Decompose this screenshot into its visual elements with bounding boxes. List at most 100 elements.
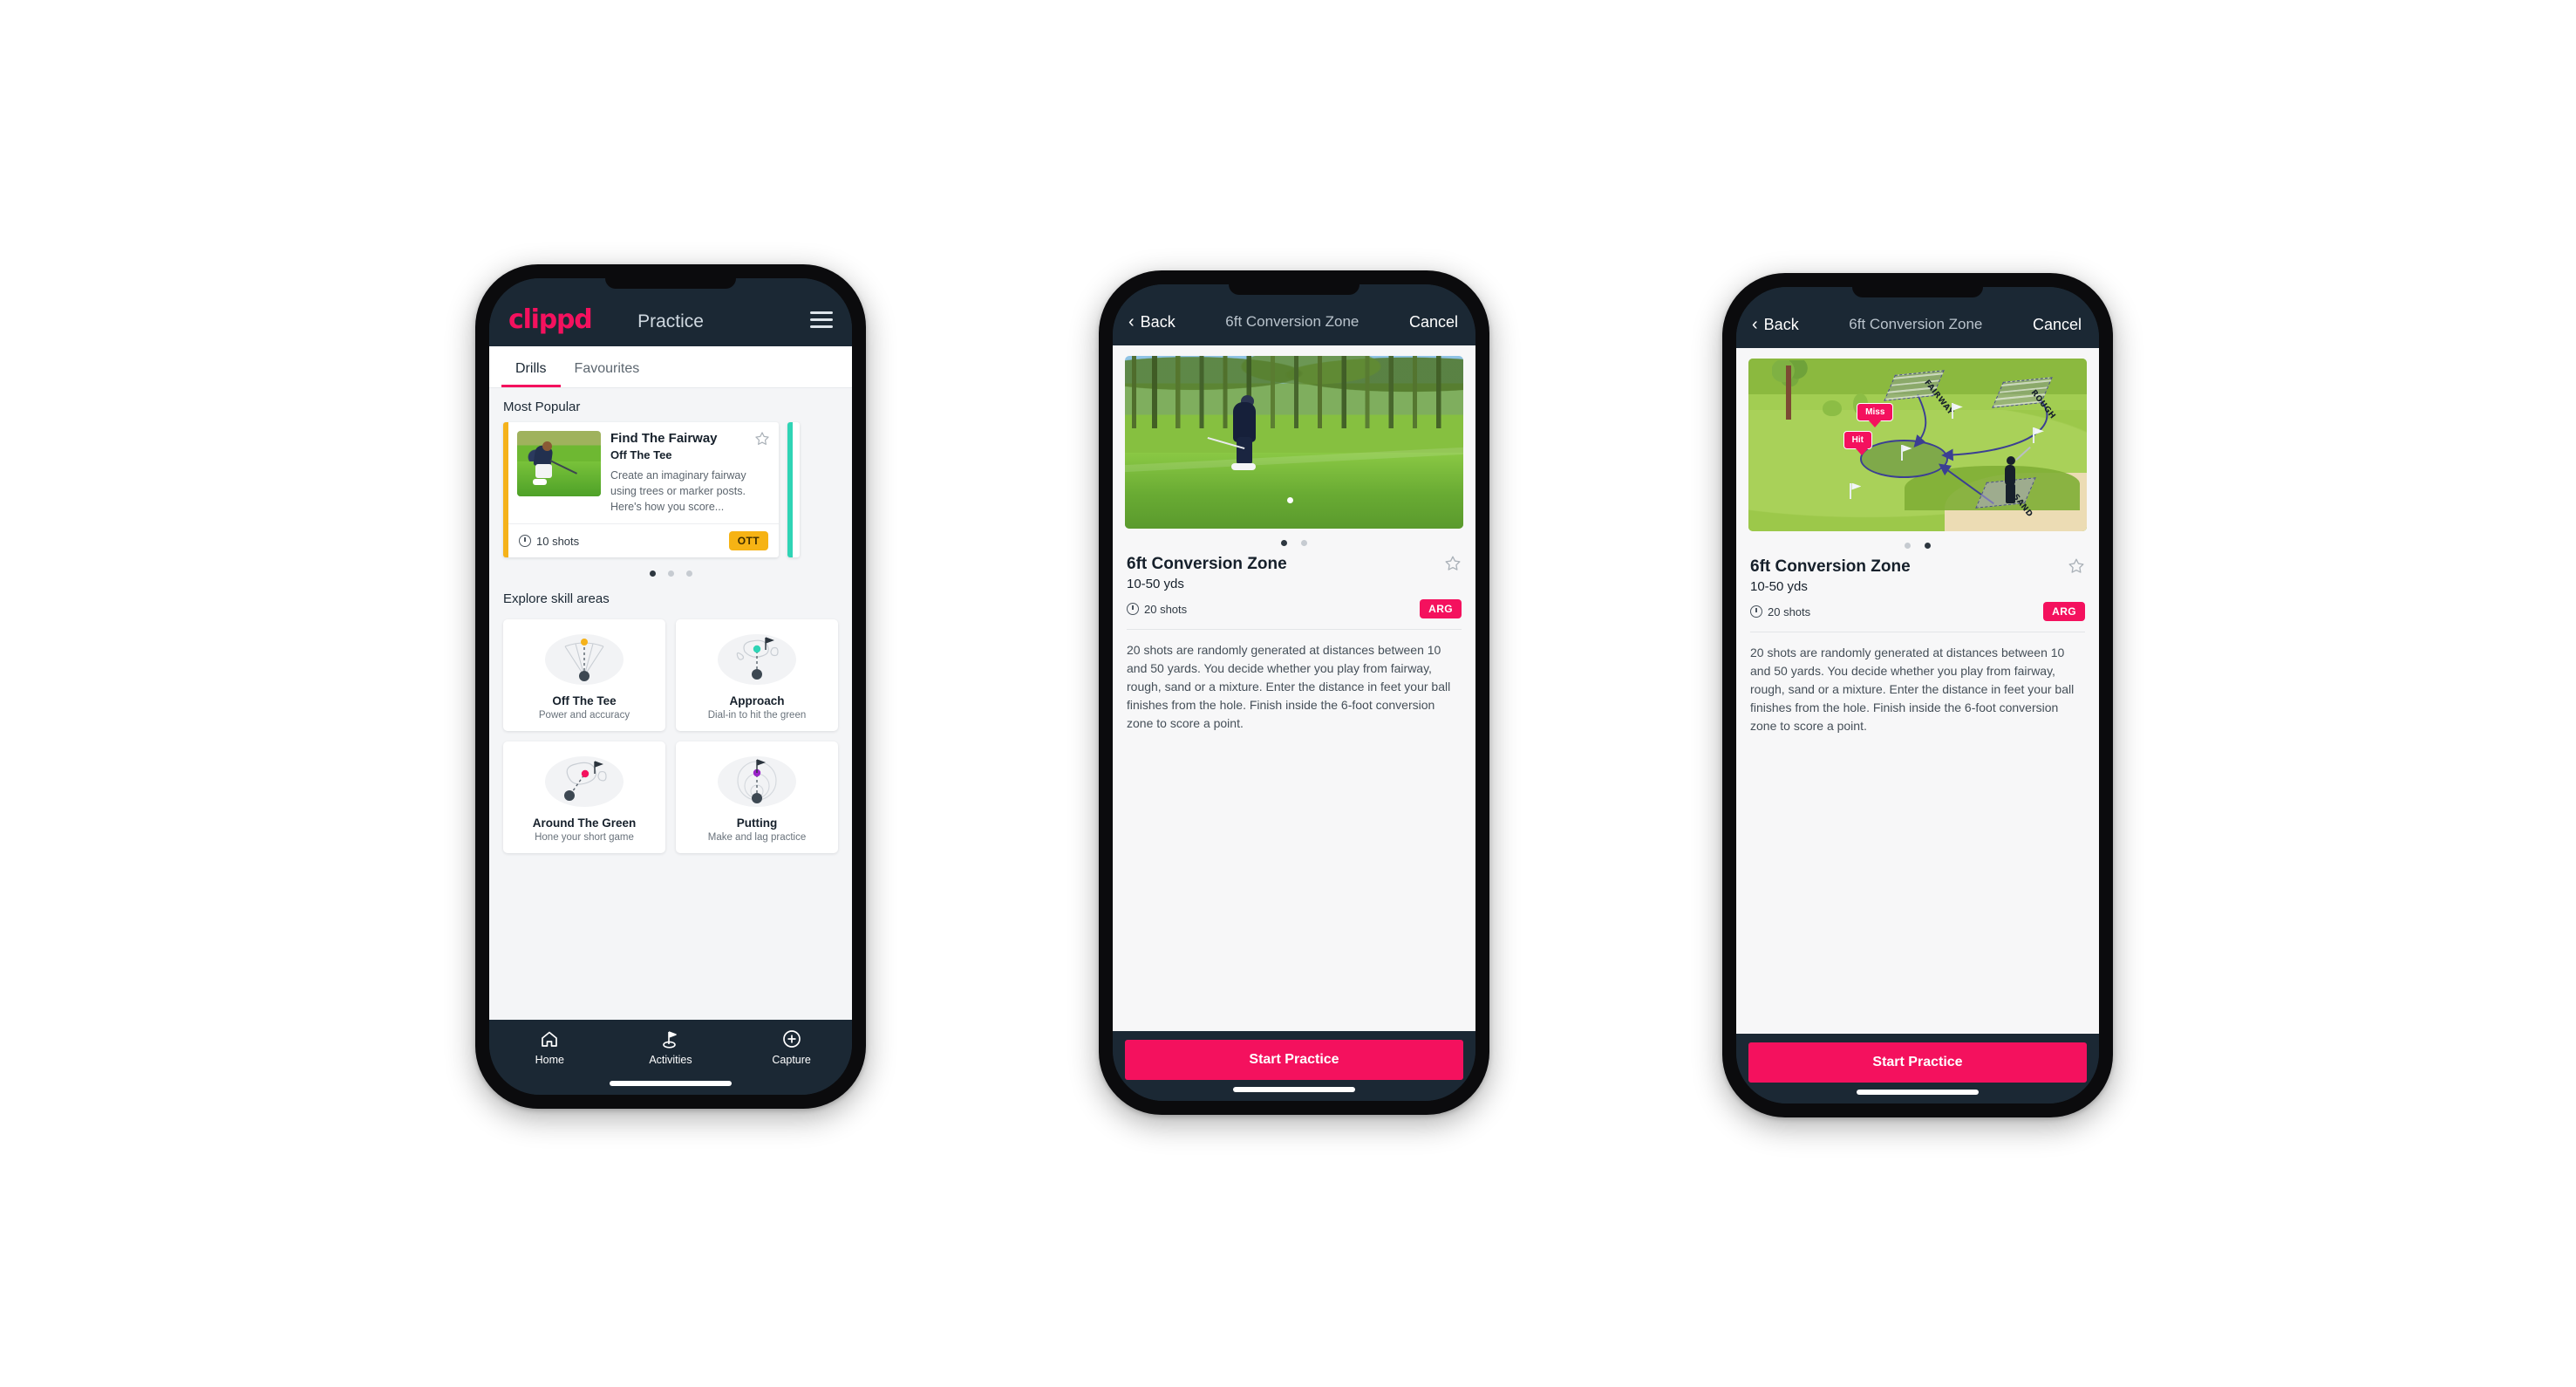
detail-content: FAIRWAY ROUGH SAND Miss Hit 6ft Conversi… [1736,348,2099,1034]
star-outline-icon[interactable] [2068,557,2085,575]
chevron-left-icon: ‹ [1128,312,1135,331]
media-dot-2[interactable] [1925,543,1931,549]
skill-areas-grid: Off The Tee Power and accuracy Approach … [489,614,852,865]
carousel-dot-2[interactable] [667,571,674,577]
drill-card-footer: 10 shots OTT [508,523,779,557]
drill-title: Find The Fairway [610,431,718,446]
golf-flag-icon [663,1031,677,1049]
clippd-logo: clippd [508,304,593,335]
back-button[interactable]: ‹ Back [1128,313,1176,331]
drill-shots-label: 20 shots [1144,602,1188,616]
page-title: Practice [637,311,704,331]
nav-item-capture[interactable]: Capture [732,1028,851,1066]
drill-meta-row: 20 shots ARG [1748,602,2087,621]
hamburger-icon[interactable] [810,311,833,328]
drill-card-next-peek[interactable] [787,422,800,558]
carousel-dot-1[interactable] [649,571,656,577]
detail-title: 6ft Conversion Zone [1849,316,1983,332]
cancel-button[interactable]: Cancel [2033,316,2082,334]
drill-shots: 20 shots [1750,605,1810,618]
plus-circle-icon [782,1030,801,1048]
skill-desc: Make and lag practice [707,832,807,844]
tab-bar: Drills Favourites [489,346,852,388]
clock-icon [1750,605,1762,618]
back-button[interactable]: ‹ Back [1752,316,1799,334]
phone-2-drill-detail-photo: ‹ Back 6ft Conversion Zone Cancel 6ft Co… [1099,270,1489,1115]
approach-green-icon [681,631,833,688]
media-dot-2[interactable] [1301,540,1307,546]
detail-title: 6ft Conversion Zone [1225,313,1360,330]
nav-label-home: Home [535,1054,564,1066]
clock-icon [519,535,531,548]
home-indicator [1857,1090,1979,1095]
phone-2-screen: ‹ Back 6ft Conversion Zone Cancel 6ft Co… [1113,284,1475,1101]
skill-card-off-the-tee[interactable]: Off The Tee Power and accuracy [503,619,665,732]
drill-heading-row: 6ft Conversion Zone 10-50 yds [1748,556,2087,594]
drill-distance: 10-50 yds [1127,577,1184,591]
drill-title: 6ft Conversion Zone [1750,557,1911,576]
golfer-figure [2000,447,2032,504]
nav-item-activities[interactable]: Activities [610,1028,730,1066]
skill-desc: Dial-in to hit the green [707,710,807,721]
skill-card-around-the-green[interactable]: Around The Green Hone your short game [503,741,665,854]
cancel-button[interactable]: Cancel [1409,313,1458,331]
media-pagination-dots[interactable] [1748,531,2087,556]
carousel-pagination-dots[interactable] [489,557,852,580]
tab-favourites[interactable]: Favourites [561,361,654,387]
detail-content: 6ft Conversion Zone 10-50 yds 20 shots A… [1113,345,1475,1031]
drill-card-info: Find The Fairway Off The Tee Create an i… [610,431,770,515]
device-notch [1229,284,1360,295]
device-notch [1852,287,1983,297]
carousel-dot-3[interactable] [685,571,692,577]
clock-icon [1127,603,1139,615]
chevron-left-icon: ‹ [1752,315,1758,334]
drill-title: 6ft Conversion Zone [1127,555,1287,573]
skill-name: Around The Green [532,816,637,830]
back-label: Back [1763,315,1799,333]
nav-label-activities: Activities [649,1054,692,1066]
drill-card-find-the-fairway[interactable]: Find The Fairway Off The Tee Create an i… [503,422,779,558]
drill-heading-text: 6ft Conversion Zone 10-50 yds [1750,557,1911,594]
content-scroll-area[interactable]: Most Popular Find The Fairway Off The Te… [489,388,852,1020]
device-notch [605,278,736,289]
home-indicator [1233,1087,1355,1092]
screenshot-canvas: clippd Practice Drills Favourites Most P… [0,0,2576,1387]
drill-description: 20 shots are randomly generated at dista… [1127,643,1451,730]
drill-meta-row: 20 shots ARG [1125,599,1463,618]
star-outline-icon[interactable] [1444,555,1462,572]
phone-1-practice-list: clippd Practice Drills Favourites Most P… [475,264,866,1109]
phone-1-screen: clippd Practice Drills Favourites Most P… [489,278,852,1095]
drill-heading-text: 6ft Conversion Zone 10-50 yds [1127,555,1287,591]
tab-drills[interactable]: Drills [501,361,561,387]
back-label: Back [1140,312,1176,331]
drill-category-chip: ARG [2043,602,2085,621]
drill-subtitle: Off The Tee [610,448,672,461]
drill-heading-row: 6ft Conversion Zone 10-50 yds [1125,553,1463,591]
media-dot-1[interactable] [1905,543,1911,549]
drill-carousel[interactable]: Find The Fairway Off The Tee Create an i… [489,422,852,558]
drill-card-top: Find The Fairway Off The Tee Create an i… [508,422,779,523]
start-practice-button[interactable]: Start Practice [1748,1042,2087,1083]
most-popular-heading: Most Popular [503,400,581,414]
skill-card-putting[interactable]: Putting Make and lag practice [676,741,838,854]
skill-desc: Hone your short game [535,832,634,844]
media-dot-1[interactable] [1281,540,1287,546]
star-outline-icon[interactable] [754,431,770,447]
media-pagination-dots[interactable] [1125,529,1463,553]
drill-shots: 10 shots [519,535,579,548]
putting-rings-icon [681,753,833,810]
drill-category-chip: ARG [1420,599,1462,618]
nav-item-home[interactable]: Home [490,1028,610,1066]
flag-pin-icon [1900,445,1903,461]
drill-category-chip: OTT [728,531,768,551]
drill-illustration[interactable]: FAIRWAY ROUGH SAND Miss Hit [1748,359,2087,531]
flag-pin-icon [1850,482,1852,499]
phone-3-drill-detail-illustration: ‹ Back 6ft Conversion Zone Cancel FAIRWA… [1722,273,2113,1117]
phone-3-screen: ‹ Back 6ft Conversion Zone Cancel FAIRWA… [1736,287,2099,1103]
drill-video-thumbnail[interactable] [1125,356,1463,529]
skill-name: Approach [729,694,785,708]
drill-shots: 20 shots [1127,603,1187,616]
hit-callout: Hit [1843,431,1872,456]
start-practice-button[interactable]: Start Practice [1125,1040,1463,1080]
skill-card-approach[interactable]: Approach Dial-in to hit the green [676,619,838,732]
